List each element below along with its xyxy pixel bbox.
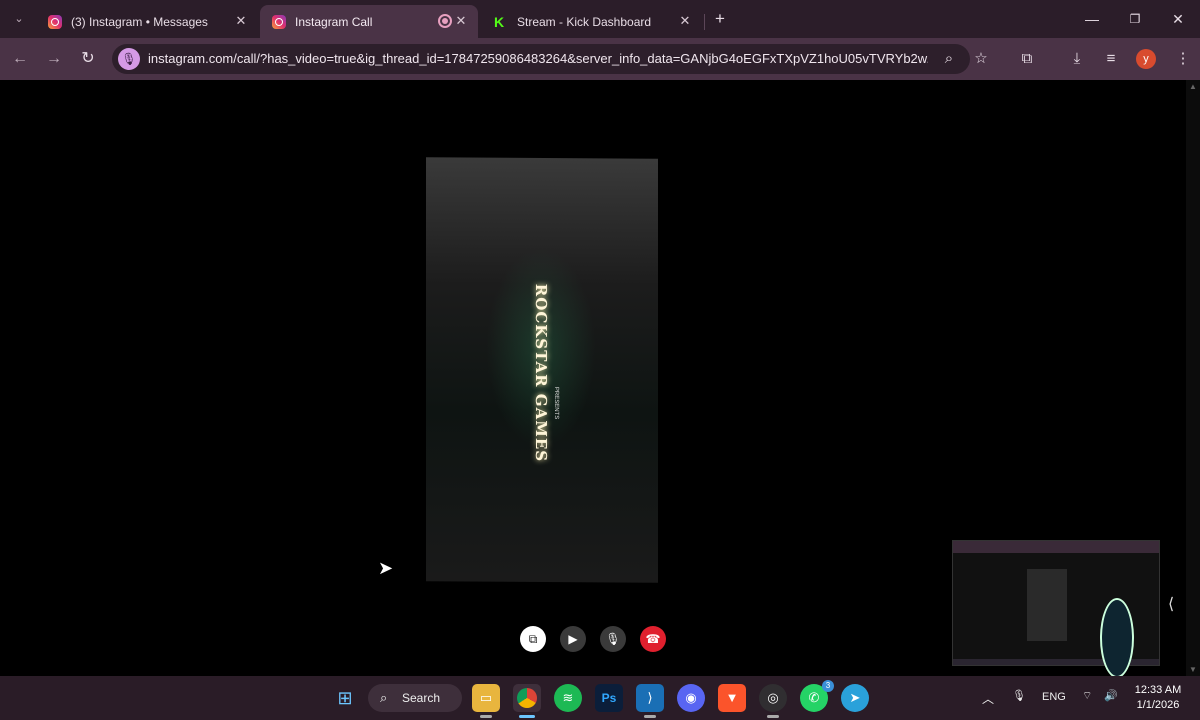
remote-video-subtitle: PRESENTS — [553, 386, 559, 420]
chrome-icon[interactable] — [513, 684, 541, 718]
remote-video: ROCKSTAR GAMES PRESENTS — [426, 157, 658, 583]
tab-instagram-call[interactable]: Instagram Call ✕ — [260, 5, 478, 38]
spotify-icon[interactable]: ≋ — [554, 684, 582, 712]
clock-date[interactable]: 1/1/2026 — [1130, 699, 1186, 711]
obs-icon[interactable]: ◎ — [759, 684, 787, 718]
tab-title: Instagram Call — [295, 14, 373, 29]
whatsapp-icon[interactable]: ✆ 3 — [800, 680, 834, 712]
instagram-icon — [48, 14, 62, 29]
tab-search-chevron-icon[interactable]: ⌄ — [8, 8, 30, 30]
downloads-icon[interactable]: ⤓ — [1066, 48, 1088, 70]
scroll-down-icon[interactable]: ▼ — [1189, 665, 1197, 674]
kick-icon: K — [494, 13, 505, 30]
tab-strip: ⌄ (3) Instagram • Messages ✕ Instagram C… — [0, 0, 1200, 38]
self-view-browser-bar — [953, 541, 1159, 553]
user-avatar — [1100, 598, 1134, 678]
microphone-button[interactable]: 🎙 — [600, 626, 626, 652]
extensions-icon[interactable]: ⧉ — [1016, 48, 1038, 70]
new-tab-button[interactable]: + — [706, 8, 734, 30]
wifi-icon[interactable]: ⌔ — [1082, 689, 1092, 703]
media-control-icon[interactable]: ≡ — [1100, 48, 1122, 70]
tab-separator — [704, 14, 705, 30]
camera-button[interactable]: ▶ — [560, 626, 586, 652]
discord-icon[interactable]: ◉ — [677, 684, 705, 712]
minimize-button[interactable]: — — [1078, 8, 1106, 30]
clock-time[interactable]: 12:33 AM — [1130, 684, 1186, 696]
profile-avatar[interactable]: y — [1136, 49, 1156, 69]
file-explorer-icon[interactable]: ▭ — [472, 684, 500, 718]
self-view-mini-video — [1027, 569, 1067, 641]
zoom-icon[interactable]: ⌕ — [938, 48, 960, 70]
taskbar-search[interactable]: ⌕ Search — [368, 684, 462, 712]
address-bar[interactable]: 🎙 instagram.com/call/?has_video=true&ig_… — [112, 44, 988, 74]
whatsapp-badge: 3 — [822, 680, 834, 692]
close-tab-icon[interactable]: ✕ — [677, 13, 693, 29]
telegram-icon[interactable]: ➤ — [841, 684, 869, 712]
tab-title: Stream - Kick Dashboard — [517, 14, 652, 29]
windows-taskbar: ⊞ ⌕ Search ▭ ≋ Ps ⟩ ◉ ▼ ◎ ✆ 3 ➤ ︿ 🎙 ENG ⌔… — [0, 676, 1200, 720]
share-screen-button[interactable]: ⧉ — [520, 626, 546, 652]
bookmark-star-icon[interactable]: ☆ — [970, 48, 992, 70]
back-button[interactable]: ← — [9, 48, 31, 70]
tray-overflow-icon[interactable]: ︿ — [982, 690, 994, 707]
tab-instagram-messages[interactable]: (3) Instagram • Messages ✕ — [36, 5, 258, 38]
browser-toolbar: ← → ↻ 🎙 instagram.com/call/?has_video=tr… — [0, 38, 1200, 80]
scroll-up-icon[interactable]: ▲ — [1189, 82, 1197, 91]
close-tab-icon[interactable]: ✕ — [453, 13, 469, 29]
url-text: instagram.com/call/?has_video=true&ig_th… — [148, 51, 928, 66]
mouse-cursor-icon: ➤ — [378, 558, 394, 578]
menu-icon[interactable]: ⋮ — [1172, 48, 1194, 70]
vscode-icon[interactable]: ⟩ — [636, 684, 664, 718]
tab-kick-dashboard[interactable]: K Stream - Kick Dashboard ✕ — [482, 5, 702, 38]
restore-button[interactable]: ❐ — [1121, 8, 1149, 30]
end-call-button[interactable]: ☎ — [640, 626, 666, 652]
remote-video-title: ROCKSTAR GAMES — [532, 283, 550, 463]
collapse-right-icon[interactable]: ⟨ — [1168, 594, 1174, 614]
close-window-button[interactable]: ✕ — [1164, 8, 1192, 30]
instagram-icon — [272, 14, 286, 29]
recording-icon — [438, 14, 452, 28]
tab-title: (3) Instagram • Messages — [71, 14, 208, 29]
forward-button[interactable]: → — [43, 48, 65, 70]
scrollbar[interactable]: ▲ ▼ — [1186, 80, 1200, 676]
search-label: Search — [402, 691, 441, 705]
tray-microphone-icon[interactable]: 🎙 — [1012, 689, 1026, 702]
microphone-in-use-icon[interactable]: 🎙 — [118, 48, 140, 70]
call-viewport: ROCKSTAR GAMES PRESENTS ➤ ⧉ ▶ 🎙 ☎ ⟩ ⟨ — [0, 80, 1186, 678]
windows-start-icon[interactable]: ⊞ — [331, 684, 359, 712]
brave-icon[interactable]: ▼ — [718, 684, 746, 712]
photoshop-icon[interactable]: Ps — [595, 684, 623, 712]
search-icon: ⌕ — [380, 690, 388, 705]
language-indicator[interactable]: ENG — [1042, 691, 1066, 703]
close-tab-icon[interactable]: ✕ — [233, 13, 249, 29]
volume-icon[interactable]: 🔊 — [1104, 689, 1118, 702]
reload-button[interactable]: ↻ — [77, 48, 99, 70]
